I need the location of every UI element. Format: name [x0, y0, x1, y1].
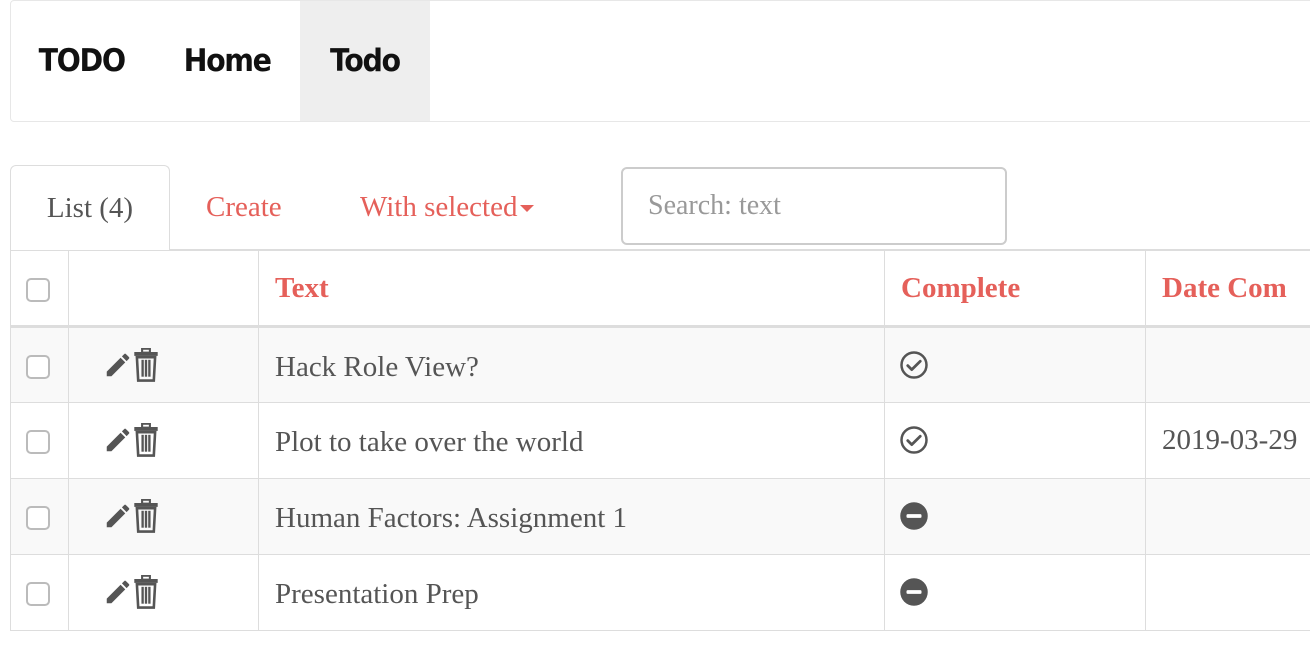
pencil-icon[interactable] [103, 425, 133, 463]
with-selected-label: With selected [360, 191, 518, 223]
tab-create[interactable]: Create [206, 165, 282, 250]
column-header-text[interactable]: Text [258, 250, 885, 328]
row-actions-cell [68, 554, 259, 631]
navbar: TODO Home Todo [10, 0, 1310, 122]
pencil-icon[interactable] [103, 350, 133, 388]
row-date-completed: 2019-03-29 [1145, 402, 1310, 479]
row-text: Plot to take over the world [258, 402, 885, 479]
select-all-checkbox[interactable] [26, 277, 50, 302]
row-date-completed [1145, 478, 1310, 555]
column-header-date-completed[interactable]: Date Com [1145, 250, 1310, 328]
row-complete-cell [884, 402, 1146, 479]
row-complete-cell [884, 478, 1146, 555]
row-actions-cell [68, 402, 259, 479]
check-circle-icon [899, 350, 929, 388]
todo-table: Text Complete Date Com Hack Role View? Pl… [10, 250, 1310, 631]
pencil-icon[interactable] [103, 501, 133, 539]
trash-icon[interactable] [133, 347, 159, 390]
table-row: Presentation Prep [10, 554, 1310, 631]
with-selected-dropdown[interactable]: With selected [360, 165, 535, 250]
row-text: Hack Role View? [258, 326, 885, 403]
minus-circle-icon [899, 501, 929, 539]
trash-icon[interactable] [133, 498, 159, 541]
row-actions-cell [68, 326, 259, 403]
row-select-cell [10, 402, 69, 479]
column-header-complete[interactable]: Complete [884, 250, 1146, 328]
row-select-cell [10, 554, 69, 631]
row-date-completed [1145, 554, 1310, 631]
table-header-row: Text Complete Date Com [10, 250, 1310, 328]
nav-link-todo-label: Todo [330, 43, 401, 79]
check-circle-icon [899, 425, 929, 463]
row-checkbox[interactable] [26, 582, 50, 607]
row-text: Presentation Prep [258, 554, 885, 631]
row-checkbox[interactable] [26, 430, 50, 455]
search-input[interactable] [621, 167, 1007, 245]
row-select-cell [10, 326, 69, 403]
table-row: Human Factors: Assignment 1 [10, 478, 1310, 555]
trash-icon[interactable] [133, 422, 159, 465]
caret-down-icon [520, 205, 535, 212]
table-row: Plot to take over the world 2019-03-29 [10, 402, 1310, 479]
row-complete-cell [884, 326, 1146, 403]
header-select-cell [10, 250, 69, 328]
row-checkbox[interactable] [26, 506, 50, 531]
tab-list[interactable]: List (4) [10, 165, 170, 251]
row-date-completed [1145, 326, 1310, 403]
header-actions-cell [68, 250, 259, 328]
nav-link-todo[interactable]: Todo [300, 1, 430, 121]
table-row: Hack Role View? [10, 326, 1310, 403]
row-actions-cell [68, 478, 259, 555]
row-checkbox[interactable] [26, 354, 50, 379]
row-complete-cell [884, 554, 1146, 631]
trash-icon[interactable] [133, 574, 159, 617]
nav-brand[interactable]: TODO [11, 1, 144, 121]
row-select-cell [10, 478, 69, 555]
minus-circle-icon [899, 577, 929, 615]
nav-link-home[interactable]: Home [156, 1, 288, 121]
pencil-icon[interactable] [103, 577, 133, 615]
row-text: Human Factors: Assignment 1 [258, 478, 885, 555]
